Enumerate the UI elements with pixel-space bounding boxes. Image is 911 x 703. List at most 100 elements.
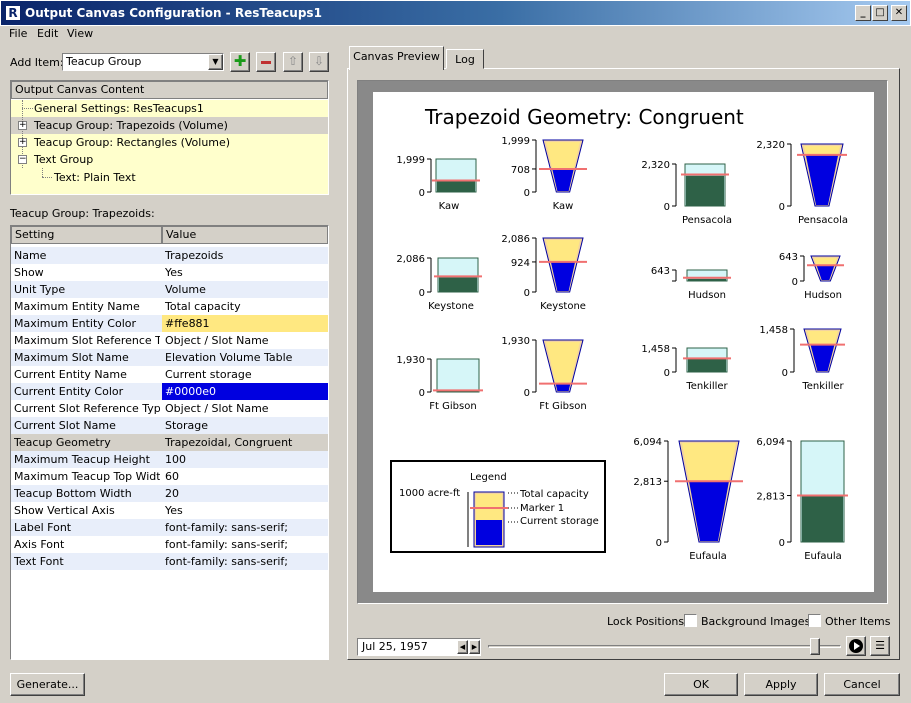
table-row[interactable]: Show Vertical Axis Yes (11, 502, 328, 519)
table-row[interactable]: Maximum Slot Name Elevation Volume Table (11, 349, 328, 366)
value-cell[interactable]: Total capacity (162, 298, 328, 315)
value-cell[interactable]: 20 (162, 485, 328, 502)
teacup-name-label: Pensacola (682, 215, 732, 226)
table-row[interactable]: Name Trapezoids (11, 247, 328, 264)
canvas-title: Trapezoid Geometry: Congruent (424, 105, 744, 129)
table-row[interactable]: Axis Font font-family: sans-serif; (11, 536, 328, 553)
table-row[interactable]: Maximum Teacup Top Width 60 (11, 468, 328, 485)
teacup-pensacola-trap[interactable]: 2,320 0 Pensacola (756, 140, 848, 226)
teacup-keystone-trap[interactable]: 2,086 0 924 Keystone (501, 234, 587, 312)
generate-button[interactable]: Generate... (10, 673, 85, 696)
tree-item-plain-text[interactable]: Text: Plain Text (54, 169, 136, 186)
value-cell[interactable]: 60 (162, 468, 328, 485)
close-icon[interactable]: ✕ (891, 5, 907, 21)
value-cell[interactable]: Object / Slot Name (162, 400, 328, 417)
menu-file[interactable]: File (9, 27, 27, 40)
timeline-track[interactable] (488, 645, 841, 648)
ok-button[interactable]: OK (664, 673, 738, 696)
list-settings-icon[interactable]: ☰ (870, 636, 890, 656)
canvas-preview[interactable]: Trapezoid Geometry: Congruent 1,9990Kaw1… (373, 92, 874, 592)
table-row[interactable]: Maximum Entity Name Total capacity (11, 298, 328, 315)
value-cell[interactable]: Yes (162, 502, 328, 519)
minimize-icon[interactable]: _ (855, 5, 871, 21)
value-cell[interactable]: #0000e0 (162, 383, 328, 400)
value-cell[interactable]: font-family: sans-serif; (162, 519, 328, 536)
tree-item-general[interactable]: General Settings: ResTeacups1 (34, 100, 204, 117)
teacup-tenkiller-trap[interactable]: 1,458 0 Tenkiller (759, 325, 845, 392)
date-value: Jul 25, 1957 (362, 640, 428, 653)
maximize-icon[interactable]: □ (872, 5, 888, 21)
teacup-eufaula-trap[interactable]: 6,094 0 2,813 Eufaula (633, 437, 743, 562)
teacup-eufaula-rect[interactable]: 6,094 0 2,813 Eufaula (756, 437, 848, 562)
tree-item-trapezoids[interactable]: Teacup Group: Trapezoids (Volume) (34, 117, 228, 134)
teacup-hudson-rect[interactable]: 643 Hudson (651, 266, 731, 301)
teacup-hudson-trap[interactable]: 643 0 Hudson (779, 252, 844, 301)
table-row[interactable]: Text Font font-family: sans-serif; (11, 553, 328, 570)
cancel-button[interactable]: Cancel (824, 673, 900, 696)
date-spinner[interactable]: Jul 25, 1957 ◀ ▶ (357, 638, 481, 656)
chevron-right-icon[interactable]: ▶ (469, 640, 480, 654)
teacup-axis-max-label: 1,930 (396, 355, 425, 366)
table-row[interactable]: Current Slot Reference Type Object / Slot… (11, 400, 328, 417)
lock-bg-checkbox[interactable] (684, 614, 697, 627)
add-item-select[interactable]: Teacup Group ▼ (62, 53, 224, 71)
tab-canvas-preview[interactable]: Canvas Preview (349, 46, 444, 70)
teacup-kaw-trap[interactable]: 1,999 0 708 Kaw (501, 136, 587, 212)
value-cell[interactable]: Volume (162, 281, 328, 298)
window-title: Output Canvas Configuration - ResTeacups… (25, 6, 322, 20)
minus-icon[interactable] (256, 52, 276, 72)
teacup-ft-gibson-rect[interactable]: 1,930 0 Ft Gibson (396, 355, 483, 412)
teacup-axis-mid-label: 2,813 (633, 477, 662, 488)
table-row[interactable]: Maximum Slot Reference TypeObject / Slot… (11, 332, 328, 349)
teacup-kaw-rect[interactable]: 1,999 0 Kaw (396, 155, 480, 212)
expand-icon[interactable]: + (18, 138, 27, 147)
table-row[interactable]: Maximum Teacup Height 100 (11, 451, 328, 468)
value-cell[interactable]: Yes (162, 264, 328, 281)
table-row[interactable]: Current Slot Name Storage (11, 417, 328, 434)
collapse-icon[interactable]: − (18, 155, 27, 164)
value-cell[interactable]: 100 (162, 451, 328, 468)
teacup-axis-max-label: 1,999 (396, 155, 425, 166)
teacup-tenkiller-rect[interactable]: 1,458 0 Tenkiller (641, 344, 731, 392)
value-cell[interactable]: Object / Slot Name (162, 332, 328, 349)
tree-item-rectangles[interactable]: Teacup Group: Rectangles (Volume) (34, 134, 230, 151)
lock-other-checkbox[interactable] (808, 614, 821, 627)
setting-cell: Maximum Slot Reference Type (14, 334, 160, 347)
table-row[interactable]: Current Entity Color #0000e0 (11, 383, 328, 400)
table-row[interactable]: Current Entity Name Current storage (11, 366, 328, 383)
arrow-up-icon[interactable]: ⇧ (283, 52, 303, 72)
teacup-name-label: Hudson (688, 290, 726, 301)
menu-view[interactable]: View (67, 27, 93, 40)
value-cell[interactable]: #ffe881 (162, 315, 328, 332)
value-cell[interactable]: Storage (162, 417, 328, 434)
table-row[interactable]: Maximum Entity Color #ffe881 (11, 315, 328, 332)
plus-icon[interactable]: ✚ (230, 52, 250, 72)
table-row[interactable]: Teacup Bottom Width 20 (11, 485, 328, 502)
table-row[interactable]: Unit Type Volume (11, 281, 328, 298)
value-cell[interactable]: Elevation Volume Table (162, 349, 328, 366)
timeline-thumb[interactable] (809, 638, 820, 655)
apply-button[interactable]: Apply (744, 673, 818, 696)
legend-box[interactable]: Legend 1000 acre-ft Total capacity Marke… (390, 460, 606, 553)
menu-edit[interactable]: Edit (37, 27, 58, 40)
arrow-down-icon[interactable]: ⇩ (309, 52, 329, 72)
expand-icon[interactable]: + (18, 121, 27, 130)
col-header-setting[interactable]: Setting (11, 226, 162, 244)
table-row[interactable]: Teacup Geometry Trapezoidal, Congruent (11, 434, 328, 451)
value-cell[interactable]: font-family: sans-serif; (162, 536, 328, 553)
table-row[interactable]: Show Yes (11, 264, 328, 281)
col-header-value[interactable]: Value (162, 226, 328, 244)
tab-log[interactable]: Log (446, 49, 484, 69)
value-cell[interactable]: Trapezoids (162, 247, 328, 264)
chevron-left-icon[interactable]: ◀ (457, 640, 468, 654)
table-row[interactable]: Label Font font-family: sans-serif; (11, 519, 328, 536)
value-cell[interactable]: Trapezoidal, Congruent (162, 434, 328, 451)
value-cell[interactable]: font-family: sans-serif; (162, 553, 328, 570)
play-icon[interactable] (846, 636, 866, 656)
teacup-pensacola-rect[interactable]: 2,320 0 Pensacola (641, 160, 732, 226)
chevron-down-icon[interactable]: ▼ (208, 54, 223, 70)
teacup-ft-gibson-trap[interactable]: 1,930 0 Ft Gibson (501, 336, 587, 412)
value-cell[interactable]: Current storage (162, 366, 328, 383)
teacup-keystone-rect[interactable]: 2,086 0Keystone (396, 254, 482, 312)
tree-item-text-group[interactable]: Text Group (34, 151, 93, 168)
